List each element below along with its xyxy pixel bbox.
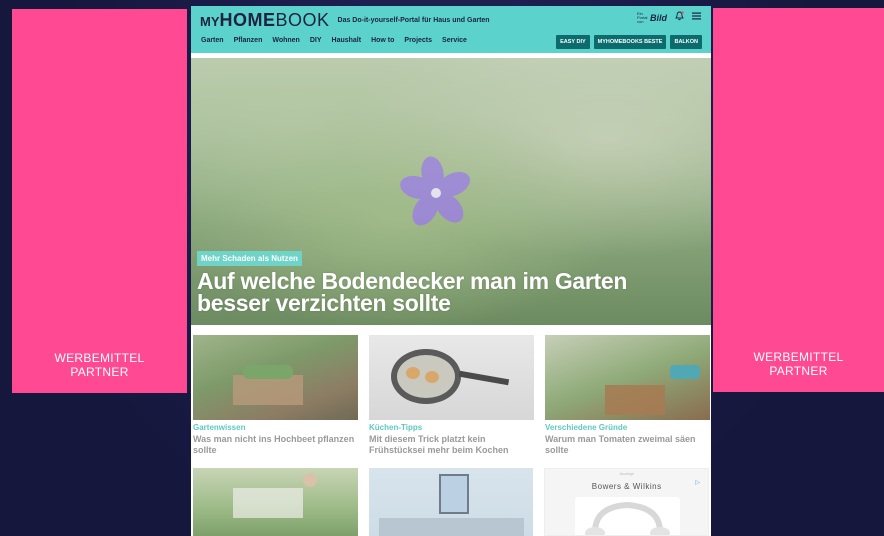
card-kicker: Gartenwissen (193, 423, 246, 432)
article-card[interactable]: Verschiedene Gründe Warum man Tomaten zw… (545, 335, 710, 456)
logo-row: MY HOME BOOK Das Do-it-yourself-Portal f… (200, 10, 490, 30)
card-image-hochbeet (193, 335, 358, 420)
bell-icon[interactable] (675, 11, 684, 24)
main-page: MY HOME BOOK Das Do-it-yourself-Portal f… (191, 6, 711, 536)
card-image-tomatoes (545, 335, 710, 420)
ad-label: WERBEMITTEL PARTNER (54, 351, 145, 379)
nav-item-how-to[interactable]: How to (371, 37, 394, 44)
nav-item-service[interactable]: Service (442, 37, 467, 44)
nav-pills: EASY DIY MYHOMEBOOKS BESTE BALKON (556, 35, 702, 49)
nav-item-pflanzen[interactable]: Pflanzen (234, 37, 263, 44)
card-image-eggs (369, 335, 534, 420)
article-card[interactable]: Küchen-Tipps Mit diesem Trick platzt kei… (369, 335, 534, 456)
pill-balkon[interactable]: BALKON (670, 35, 702, 49)
card-image-living-room[interactable] (368, 468, 534, 536)
article-cards: Gartenwissen Was man nicht ins Hochbeet … (193, 335, 710, 456)
pill-myhomebooks-beste[interactable]: MYHOMEBOOKS BESTE (593, 35, 667, 49)
nav-item-garten[interactable]: Garten (201, 37, 224, 44)
logo-my: MY (200, 13, 220, 29)
hero-article[interactable]: Mehr Schaden als Nutzen Auf welche Boden… (191, 58, 711, 325)
ad-tile[interactable]: Anzeige Bowers & Wilkins ▷ (544, 468, 710, 536)
card-kicker: Küchen-Tipps (369, 423, 423, 432)
card-image-bench[interactable] (193, 468, 358, 536)
site-logo[interactable]: MY HOME BOOK (200, 10, 330, 31)
hero-kicker: Mehr Schaden als Nutzen (197, 251, 302, 266)
bild-small-text: Ein Portal von (637, 10, 648, 24)
hero-title[interactable]: Auf welche Bodendecker man im Garten bes… (197, 270, 697, 315)
nav-item-haushalt[interactable]: Haushalt (332, 37, 362, 44)
ad-label: WERBEMITTEL PARTNER (753, 350, 844, 378)
menu-icon[interactable] (692, 12, 701, 23)
adchoices-icon[interactable]: ▷ (695, 479, 700, 486)
article-row-2: Anzeige Bowers & Wilkins ▷ (193, 468, 710, 536)
bild-badge[interactable]: Ein Portal von Bild (637, 10, 667, 24)
bild-logo: Bild (650, 12, 667, 23)
card-title[interactable]: Warum man Tomaten zweimal säen sollte (545, 434, 710, 456)
nav-item-diy[interactable]: DIY (310, 37, 322, 44)
logo-home: HOME (219, 9, 276, 30)
pill-easy-diy[interactable]: EASY DIY (556, 35, 590, 49)
ad-brand: Bowers & Wilkins (591, 482, 662, 491)
right-ad-banner[interactable]: WERBEMITTEL PARTNER (713, 8, 884, 392)
site-tagline: Das Do-it-yourself-Portal für Haus und G… (337, 16, 490, 24)
nav-item-wohnen[interactable]: Wohnen (272, 37, 299, 44)
ad-product-image (575, 497, 681, 535)
nav-item-projects[interactable]: Projects (404, 37, 432, 44)
card-kicker: Verschiedene Gründe (545, 423, 628, 432)
main-nav: Garten Pflanzen Wohnen DIY Haushalt How … (201, 37, 467, 44)
logo-book: BOOK (275, 9, 330, 30)
ad-tile-top: Anzeige (619, 471, 634, 476)
card-title[interactable]: Mit diesem Trick platzt kein Frühstückse… (369, 434, 534, 456)
left-ad-banner[interactable]: WERBEMITTEL PARTNER (12, 9, 187, 393)
site-header: MY HOME BOOK Das Do-it-yourself-Portal f… (191, 6, 711, 53)
card-title[interactable]: Was man nicht ins Hochbeet pflanzen soll… (193, 434, 358, 456)
article-card[interactable]: Gartenwissen Was man nicht ins Hochbeet … (193, 335, 358, 456)
header-icons: Ein Portal von Bild (637, 11, 701, 24)
